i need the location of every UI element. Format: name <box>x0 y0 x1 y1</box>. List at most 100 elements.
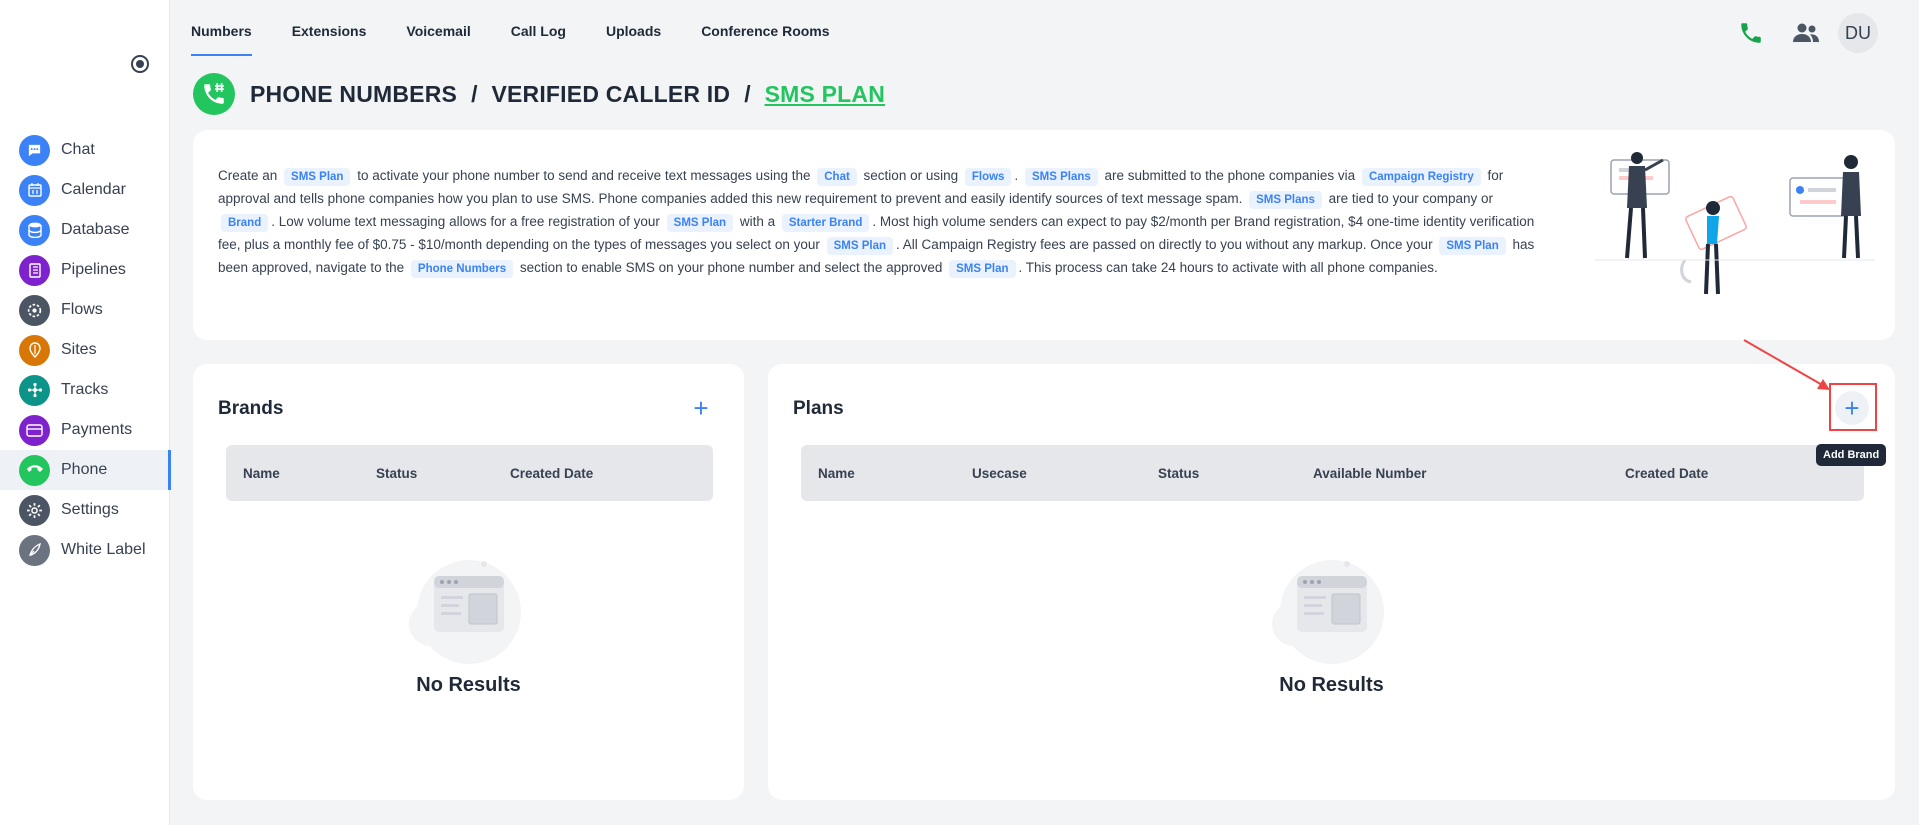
top-nav: Numbers Extensions Voicemail Call Log Upload… <box>191 0 870 56</box>
info-chip[interactable]: SMS Plans <box>1249 191 1322 209</box>
info-chip[interactable]: SMS Plan <box>666 214 734 232</box>
calendar-icon <box>19 174 50 206</box>
white-label-icon <box>19 534 50 566</box>
info-chip[interactable]: Phone Numbers <box>410 260 514 278</box>
sidebar-item-database[interactable]: Database <box>0 210 170 250</box>
breadcrumb-separator: / <box>471 80 478 107</box>
info-chip[interactable]: SMS Plans <box>1024 168 1098 186</box>
info-chip[interactable]: SMS Plan <box>1439 237 1506 255</box>
info-text-segment: . All Campaign Registry fees are passed … <box>896 237 1437 252</box>
tab-voicemail[interactable]: Voicemail <box>406 0 470 56</box>
sidebar-item-payments[interactable]: Payments <box>0 410 170 450</box>
phone-icon <box>19 454 50 486</box>
sidebar-item-label: Pipelines <box>61 261 126 278</box>
brands-card: Brands + Name Status Created Date No Res… <box>193 364 744 800</box>
tab-numbers[interactable]: Numbers <box>191 0 252 56</box>
sidebar-item-label: Sites <box>61 341 97 358</box>
info-chip[interactable]: Starter Brand <box>781 214 870 232</box>
tab-conference-rooms[interactable]: Conference Rooms <box>701 0 829 56</box>
breadcrumb-separator: / <box>744 80 751 107</box>
sidebar-item-settings[interactable]: Settings <box>0 490 170 530</box>
phone-icon <box>1741 23 1761 43</box>
info-text-segment: are tied to your company or <box>1324 191 1494 206</box>
sidebar-item-sites[interactable]: Sites <box>0 330 170 370</box>
column-usecase[interactable]: Usecase <box>972 466 1027 481</box>
empty-state-icon <box>1271 560 1384 664</box>
column-created-date[interactable]: Created Date <box>1625 466 1708 481</box>
column-name[interactable]: Name <box>243 466 280 481</box>
sidebar-item-label: White Label <box>61 541 146 558</box>
breadcrumb-sms-plan[interactable]: SMS PLAN <box>765 81 885 108</box>
tab-call-log[interactable]: Call Log <box>511 0 566 56</box>
info-text-segment: . This process can take 24 hours to acti… <box>1018 260 1438 275</box>
brands-title: Brands <box>218 398 284 419</box>
info-chip[interactable]: SMS Plan <box>826 237 894 255</box>
sidebar-collapse-toggle[interactable] <box>131 55 149 73</box>
team-illustration <box>1595 150 1875 320</box>
page-title: PHONE NUMBERS / VERIFIED CALLER ID / SMS… <box>193 73 885 115</box>
avatar[interactable]: DU <box>1838 13 1878 53</box>
info-chip[interactable]: Flows <box>964 168 1012 186</box>
info-card: Create an SMS Plan to activate your phon… <box>193 130 1895 340</box>
tab-uploads[interactable]: Uploads <box>606 0 661 56</box>
brands-table-header: Name Status Created Date <box>226 445 713 501</box>
add-brand-tooltip: Add Brand <box>1816 444 1887 466</box>
info-text-segment: section to enable SMS on your phone numb… <box>516 260 947 275</box>
sidebar-item-pipelines[interactable]: Pipelines <box>0 250 170 290</box>
sidebar-item-label: Chat <box>61 141 95 158</box>
sidebar: Chat Calendar Database Pipelines Flows Sites T… <box>0 0 171 825</box>
sidebar-item-tracks[interactable]: Tracks <box>0 370 170 410</box>
info-description: Create an SMS Plan to activate your phon… <box>218 164 1548 279</box>
info-text-segment: with a <box>736 214 779 229</box>
info-text-segment: . Low volume text messaging allows for a… <box>271 214 664 229</box>
tab-extensions[interactable]: Extensions <box>292 0 367 56</box>
phone-hash-icon <box>193 73 235 115</box>
info-chip[interactable]: SMS Plan <box>949 260 1016 278</box>
info-chip[interactable]: Chat <box>817 168 857 186</box>
no-results-label: No Results <box>416 674 521 696</box>
flows-icon <box>19 294 50 326</box>
sidebar-nav: Chat Calendar Database Pipelines Flows Sites T… <box>0 130 171 570</box>
column-status[interactable]: Status <box>1158 466 1199 481</box>
column-name[interactable]: Name <box>818 466 855 481</box>
plus-icon: + <box>693 392 709 423</box>
sidebar-item-phone[interactable]: Phone <box>0 450 171 490</box>
sites-icon <box>19 334 50 366</box>
sidebar-item-chat[interactable]: Chat <box>0 130 170 170</box>
info-chip[interactable]: Brand <box>221 214 269 232</box>
info-text-segment: are submitted to the phone companies via <box>1100 168 1359 183</box>
tracks-icon <box>19 374 50 406</box>
column-status[interactable]: Status <box>376 466 417 481</box>
column-created-date[interactable]: Created Date <box>510 466 593 481</box>
info-chip[interactable]: SMS Plan <box>284 168 351 186</box>
sidebar-item-label: Phone <box>61 461 108 478</box>
brands-empty-state: No Results <box>193 554 744 697</box>
phone-call-button[interactable] <box>1732 14 1770 52</box>
plans-table-header: Name Usecase Status Available Number Cre… <box>801 445 1864 501</box>
sidebar-item-white-label[interactable]: White Label <box>0 530 170 570</box>
column-available-number[interactable]: Available Number <box>1313 466 1427 481</box>
sidebar-item-label: Settings <box>61 501 119 518</box>
info-text-segment: . <box>1014 168 1022 183</box>
breadcrumb-verified-caller-id[interactable]: VERIFIED CALLER ID <box>491 81 730 108</box>
breadcrumb-phone-numbers[interactable]: PHONE NUMBERS <box>250 81 457 108</box>
sidebar-item-label: Database <box>61 221 130 238</box>
pipelines-icon <box>19 254 50 286</box>
sidebar-item-label: Flows <box>61 301 103 318</box>
top-right-actions: DU <box>1715 13 1878 53</box>
add-brand-button[interactable]: + <box>684 391 718 425</box>
chat-icon <box>19 134 50 166</box>
annotation-highlight-box <box>1829 383 1877 431</box>
info-chip[interactable]: Campaign Registry <box>1361 168 1481 186</box>
sidebar-item-label: Tracks <box>61 381 109 398</box>
plans-empty-state: No Results <box>768 554 1895 697</box>
plans-card: Plans + Name Usecase Status Available Nu… <box>768 364 1895 800</box>
info-text-segment: section or using <box>859 168 962 183</box>
payments-icon <box>19 414 50 446</box>
contacts-button[interactable] <box>1787 14 1825 52</box>
sidebar-item-calendar[interactable]: Calendar <box>0 170 170 210</box>
gear-icon <box>19 494 50 526</box>
sidebar-item-flows[interactable]: Flows <box>0 290 170 330</box>
database-icon <box>19 214 50 246</box>
no-results-label: No Results <box>1279 674 1384 696</box>
